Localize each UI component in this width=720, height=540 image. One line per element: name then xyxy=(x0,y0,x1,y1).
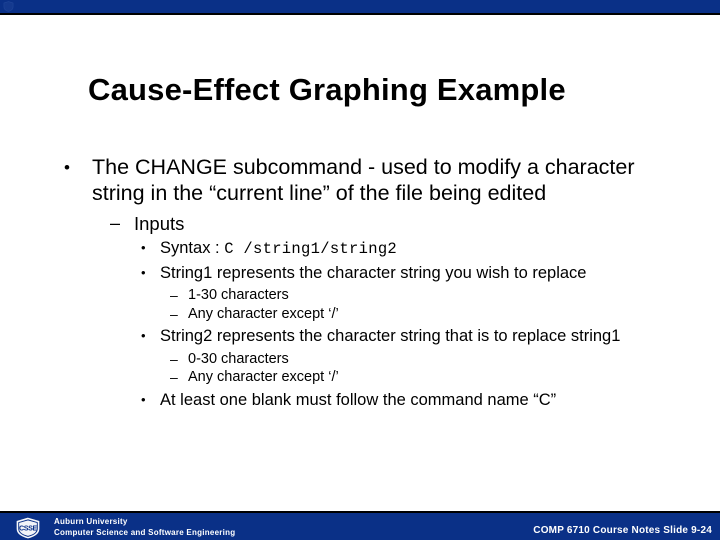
bullet-glyph-level3: • xyxy=(141,240,146,255)
page-title: Cause-Effect Graphing Example xyxy=(88,72,566,107)
footer-course-note: COMP 6710 Course Notes Slide 9-24 xyxy=(533,525,712,536)
bullet-glyph-level4: – xyxy=(170,305,178,322)
footer-organization: Auburn University Computer Science and S… xyxy=(54,516,235,538)
bullet-glyph-level4: – xyxy=(170,369,178,385)
bullet-text-string2-description: String2 represents the character string … xyxy=(160,327,621,345)
bullet-text-blank-rule: At least one blank must follow the comma… xyxy=(160,390,557,409)
bullet-glyph-level1: • xyxy=(64,158,70,177)
bullet-blank-rule: • At least one blank must follow the com… xyxy=(0,390,680,411)
syntax-label: Syntax : xyxy=(160,239,225,257)
footer-university-name: Auburn University xyxy=(54,517,128,526)
bullet-string2-length: – 0-30 characters xyxy=(0,350,668,369)
bullet-inputs: – Inputs xyxy=(0,212,694,235)
bullet-glyph-level4: – xyxy=(170,350,178,367)
syntax-code: C /string1/string2 xyxy=(224,240,398,258)
bullet-string1-description: • String1 represents the character strin… xyxy=(0,263,680,284)
bullet-text-string2-rule: Any character except ‘/’ xyxy=(188,369,339,385)
bullet-text-string1-description: String1 represents the character string … xyxy=(160,263,587,282)
bullet-glyph-level4: – xyxy=(170,287,178,303)
slide-content: • The CHANGE subcommand - used to modify… xyxy=(0,155,720,410)
bullet-glyph-level2: – xyxy=(110,213,121,233)
bullet-glyph-level3: • xyxy=(141,328,146,343)
bullet-glyph-level3: • xyxy=(141,391,146,407)
bullet-string2-description: • String2 represents the character strin… xyxy=(0,326,680,347)
slide-footer: CSSE Auburn University Computer Science … xyxy=(0,511,720,540)
bullet-string1-length: – 1-30 characters xyxy=(0,286,668,305)
bullet-text-string2-length: 0-30 characters xyxy=(188,350,289,367)
footer-department-name: Computer Science and Software Engineerin… xyxy=(54,528,236,537)
top-decorative-bar xyxy=(0,0,720,15)
bullet-change-subcommand: • The CHANGE subcommand - used to modify… xyxy=(0,155,692,206)
bullet-string2-rule: – Any character except ‘/’ xyxy=(0,368,668,387)
bullet-glyph-level3: • xyxy=(141,264,146,280)
bullet-text-change-subcommand: The CHANGE subcommand - used to modify a… xyxy=(92,155,635,205)
bullet-text-inputs: Inputs xyxy=(134,213,185,234)
bullet-text-string1-rule: Any character except ‘/’ xyxy=(188,305,339,322)
bullet-text-string1-length: 1-30 characters xyxy=(188,287,289,303)
bullet-syntax: • Syntax : C /string1/string2 xyxy=(0,238,680,260)
svg-text:CSSE: CSSE xyxy=(19,524,38,533)
bullet-string1-rule: – Any character except ‘/’ xyxy=(0,305,668,324)
auburn-csse-shield-logo-icon: CSSE xyxy=(16,517,40,539)
top-bar-emblem-icon xyxy=(3,1,14,12)
